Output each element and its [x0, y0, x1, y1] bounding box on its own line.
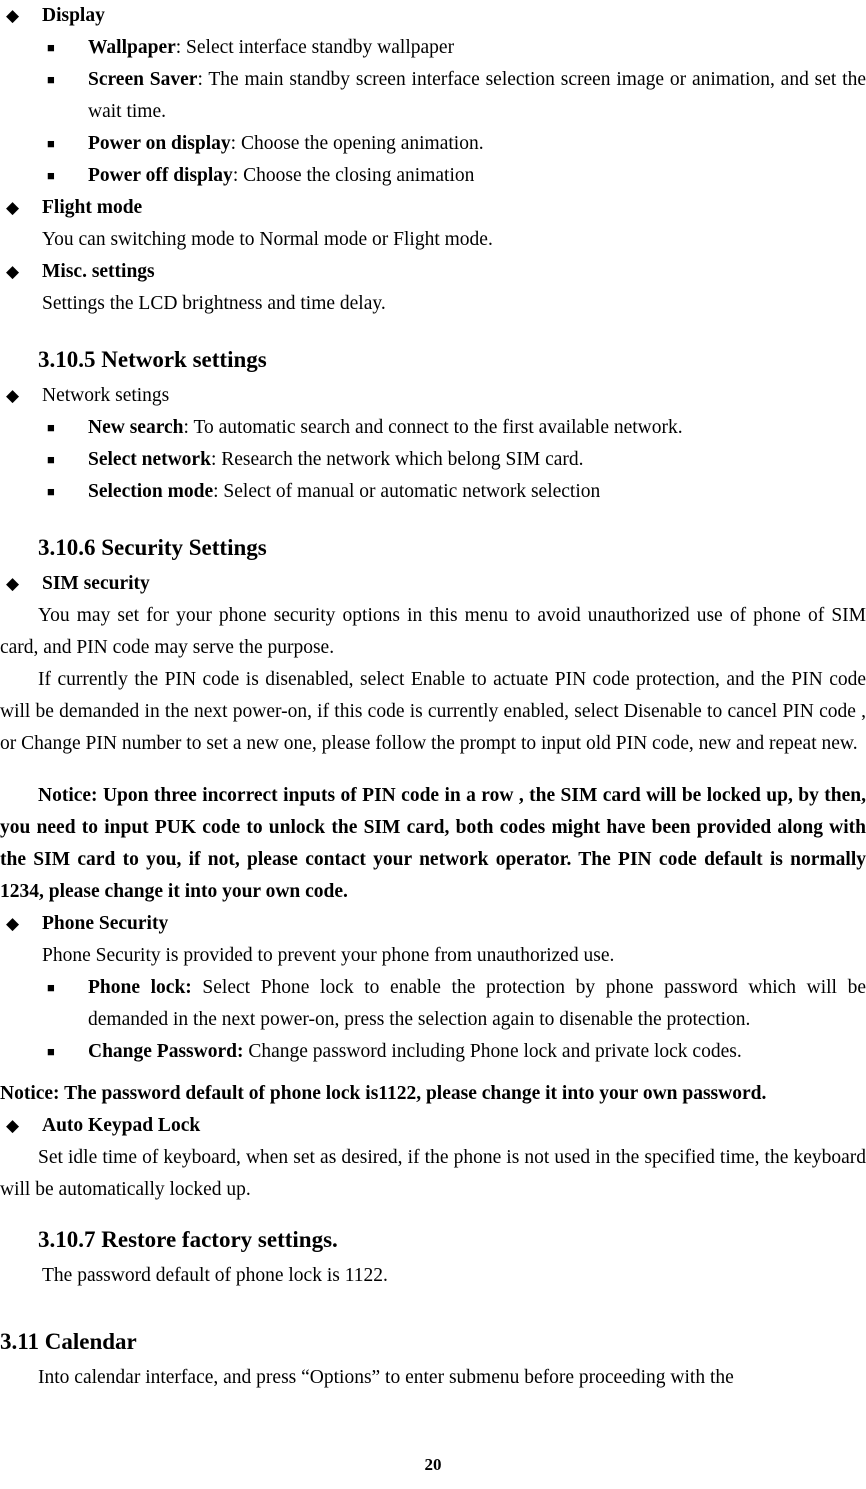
term-label: Selection mode [88, 481, 214, 502]
diamond-bullet-icon: ◆ [6, 386, 20, 405]
paragraph-auto-keypad-lock: Set idle time of keyboard, when set as d… [0, 1147, 866, 1200]
square-bullet-icon: ■ [47, 1044, 55, 1059]
bullet-item-wallpaper: ■ Wallpaper: Select interface standby wal… [0, 32, 866, 64]
square-bullet-icon: ■ [47, 168, 55, 183]
paragraph-sim-security-intro: You may set for your phone security opti… [0, 605, 866, 658]
term-label: Phone lock: [88, 977, 192, 998]
diamond-bullet-icon: ◆ [6, 1116, 20, 1135]
term-label: Screen Saver [88, 69, 198, 90]
diamond-bullet-icon: ◆ [6, 6, 20, 25]
diamond-bullet-icon: ◆ [6, 914, 20, 933]
term-description: : Research the network which belong SIM … [210, 449, 584, 470]
term-description: : Choose the opening animation. [230, 133, 484, 154]
square-bullet-icon: ■ [47, 40, 55, 55]
term-description: : Select interface standby wallpaper [175, 37, 455, 58]
term-description: : Choose the closing animation [232, 165, 475, 186]
notice-phone-lock-password: Notice: The password default of phone lo… [0, 1083, 767, 1104]
term-label: Wallpaper [88, 37, 176, 58]
bullet-label: Network setings [42, 385, 170, 406]
square-bullet-icon: ■ [47, 72, 55, 87]
term-description: Select Phone lock to enable the protecti… [88, 977, 866, 1030]
bullet-item-display: ◆ Display [0, 0, 866, 32]
heading-calendar: 3.11 Calendar [0, 1329, 137, 1354]
bullet-label: Misc. settings [42, 261, 155, 282]
term-label: Power on display [88, 133, 231, 154]
bullet-item-change-password: ■ Change Password: Change password includ… [0, 1036, 866, 1068]
diamond-bullet-icon: ◆ [6, 198, 20, 217]
term-description: : Select of manual or automatic network … [213, 481, 601, 502]
term-label: Select network [88, 449, 211, 470]
heading-network-settings: 3.10.5 Network settings [38, 347, 267, 372]
term-description: Change password including Phone lock and… [243, 1041, 742, 1062]
bullet-label: Display [42, 5, 105, 26]
heading-security-settings: 3.10.6 Security Settings [38, 535, 267, 560]
term-description: : To automatic search and connect to the… [183, 417, 683, 438]
bullet-label: Auto Keypad Lock [42, 1115, 201, 1136]
paragraph-calendar-intro: Into calendar interface, and press “Opti… [38, 1367, 734, 1388]
bullet-item-phone-lock: ■ Phone lock: Select Phone lock to enable… [0, 972, 866, 1036]
body-text-misc-settings: Settings the LCD brightness and time del… [42, 293, 386, 314]
bullet-item-network-setings: ◆ Network setings [0, 380, 866, 412]
document-page: ◆ Display ■ Wallpaper: Select interface st… [0, 0, 866, 1489]
bullet-label: SIM security [42, 573, 150, 594]
page-content: ◆ Display ■ Wallpaper: Select interface st… [0, 0, 866, 1394]
body-text-phone-security: Phone Security is provided to prevent yo… [42, 945, 615, 966]
bullet-item-misc-settings: ◆ Misc. settings [0, 256, 866, 288]
body-text-restore-factory: The password default of phone lock is 11… [42, 1265, 388, 1286]
square-bullet-icon: ■ [47, 420, 55, 435]
page-number: 20 [424, 1455, 442, 1474]
square-bullet-icon: ■ [47, 136, 55, 151]
bullet-label: Phone Security [42, 913, 169, 934]
bullet-item-power-off-display: ■ Power off display: Choose the closing a… [0, 160, 866, 192]
term-label: Change Password: [88, 1041, 244, 1062]
bullet-item-phone-security: ◆ Phone Security [0, 908, 866, 940]
square-bullet-icon: ■ [47, 484, 55, 499]
diamond-bullet-icon: ◆ [6, 262, 20, 281]
paragraph-pin-code-details: If currently the PIN code is disenabled,… [0, 669, 866, 754]
body-text-flight-mode: You can switching mode to Normal mode or… [42, 229, 493, 250]
bullet-item-new-search: ■ New search: To automatic search and con… [0, 412, 866, 444]
heading-restore-factory-settings: 3.10.7 Restore factory settings. [38, 1227, 338, 1252]
bullet-label: Flight mode [42, 197, 143, 218]
term-label: New search [88, 417, 184, 438]
bullet-item-auto-keypad-lock: ◆ Auto Keypad Lock [0, 1110, 866, 1142]
bullet-item-selection-mode: ■ Selection mode: Select of manual or aut… [0, 476, 866, 508]
paragraph-notice-pin-code: Notice: Upon three incorrect inputs of P… [0, 785, 866, 902]
bullet-item-power-on-display: ■ Power on display: Choose the opening an… [0, 128, 866, 160]
diamond-bullet-icon: ◆ [6, 574, 20, 593]
bullet-item-flight-mode: ◆ Flight mode [0, 192, 866, 224]
square-bullet-icon: ■ [47, 980, 55, 995]
term-description: : The main standby screen interface sele… [88, 69, 866, 122]
square-bullet-icon: ■ [47, 452, 55, 467]
bullet-item-screen-saver: ■ Screen Saver: The main standby screen i… [0, 64, 866, 128]
term-label: Power off display [88, 165, 233, 186]
bullet-item-select-network: ■ Select network: Research the network wh… [0, 444, 866, 476]
bullet-item-sim-security: ◆ SIM security [0, 568, 866, 600]
